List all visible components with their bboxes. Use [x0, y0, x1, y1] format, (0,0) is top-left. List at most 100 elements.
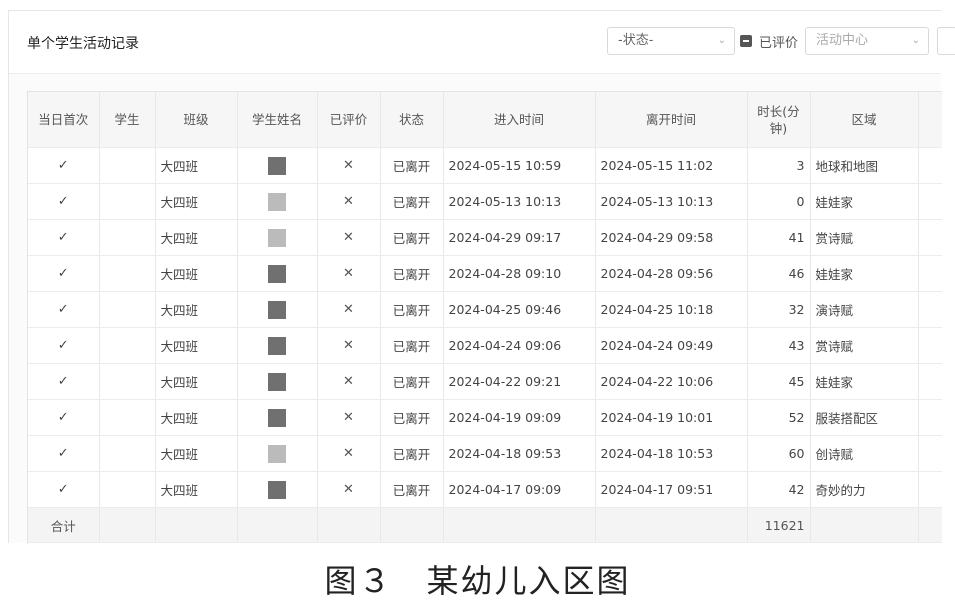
redacted-name: [268, 192, 286, 211]
col-student-name[interactable]: 学生姓名: [237, 92, 318, 148]
first-of-day-cell: ✓: [28, 219, 100, 256]
student-name-cell: [237, 327, 318, 364]
total-duration: 11621: [747, 507, 811, 543]
redacted-name: [268, 480, 286, 499]
enter-time-cell: 2024-04-17 09:09: [443, 471, 596, 508]
evaluated-label: 已评价: [759, 36, 799, 51]
chevron-down-icon: ⌄: [911, 35, 920, 46]
status-cell: 已离开: [380, 255, 444, 292]
first-of-day-cell: ✓: [28, 399, 100, 436]
student-name-cell: [237, 363, 318, 400]
leave-time-cell: 2024-04-24 09:49: [595, 327, 748, 364]
status-select[interactable]: -状态- ⌄: [607, 27, 735, 55]
col-enter-time[interactable]: 进入时间: [443, 92, 596, 148]
extra-filter-input[interactable]: [937, 27, 955, 55]
col-area[interactable]: 区域: [810, 92, 919, 148]
extra-cell: [918, 219, 942, 256]
col-status[interactable]: 状态: [380, 92, 444, 148]
first-of-day-cell: ✓: [28, 435, 100, 472]
student-name-cell: [237, 435, 318, 472]
figure-caption: 图３ 某幼儿入区图: [324, 562, 631, 600]
duration-cell: 0: [747, 183, 811, 220]
redacted-name: [268, 336, 286, 355]
activity-center-placeholder: 活动中心: [816, 33, 869, 48]
activity-center-select[interactable]: 活动中心 ⌄: [805, 27, 929, 55]
status-cell: 已离开: [380, 471, 444, 508]
total-empty-cell: [443, 507, 596, 543]
records-table-wrapper: 当日首次 学生 班级 学生姓名 已评价 状态 进入时间 离开时间 时长(分钟) …: [27, 91, 942, 544]
class-cell: 大四班: [155, 147, 238, 184]
student-name-cell: [237, 183, 318, 220]
col-class[interactable]: 班级: [155, 92, 238, 148]
extra-cell: [918, 435, 942, 472]
class-cell: 大四班: [155, 291, 238, 328]
first-of-day-cell: ✓: [28, 255, 100, 292]
leave-time-cell: 2024-04-17 09:51: [595, 471, 748, 508]
col-first-of-day[interactable]: 当日首次: [28, 92, 100, 148]
extra-cell: [918, 291, 942, 328]
student-name-cell: [237, 399, 318, 436]
duration-cell: 3: [747, 147, 811, 184]
student-name-cell: [237, 219, 318, 256]
leave-time-cell: 2024-05-15 11:02: [595, 147, 748, 184]
table-row[interactable]: ✓ 大四班 ✕ 已离开 2024-04-28 09:10 2024-04-28 09:56…: [28, 255, 942, 292]
area-cell: 演诗赋: [810, 291, 919, 328]
leave-time-cell: 2024-04-29 09:58: [595, 219, 748, 256]
col-leave-time[interactable]: 离开时间: [595, 92, 748, 148]
total-empty-cell: [155, 507, 238, 543]
class-cell: 大四班: [155, 471, 238, 508]
activity-panel: 单个学生活动记录 -状态- ⌄ 已评价 活动中心 ⌄ 当日首次 学生 班级 学生…: [8, 10, 955, 544]
class-cell: 大四班: [155, 255, 238, 292]
status-cell: 已离开: [380, 291, 444, 328]
table-row[interactable]: ✓ 大四班 ✕ 已离开 2024-04-19 09:09 2024-04-19 10:01…: [28, 399, 942, 436]
leave-time-cell: 2024-04-28 09:56: [595, 255, 748, 292]
duration-cell: 52: [747, 399, 811, 436]
table-row[interactable]: ✓ 大四班 ✕ 已离开 2024-04-18 09:53 2024-04-18 10:53…: [28, 435, 942, 472]
col-student[interactable]: 学生: [99, 92, 156, 148]
table-row[interactable]: ✓ 大四班 ✕ 已离开 2024-05-15 10:59 2024-05-15 11:02…: [28, 147, 942, 184]
table-row[interactable]: ✓ 大四班 ✕ 已离开 2024-04-29 09:17 2024-04-29 09:58…: [28, 219, 942, 256]
total-label: 合计: [28, 507, 100, 543]
evaluated-checkbox[interactable]: [740, 35, 752, 47]
total-empty-cell: [317, 507, 381, 543]
table-header-row: 当日首次 学生 班级 学生姓名 已评价 状态 进入时间 离开时间 时长(分钟) …: [28, 92, 942, 148]
class-cell: 大四班: [155, 399, 238, 436]
table-row[interactable]: ✓ 大四班 ✕ 已离开 2024-04-22 09:21 2024-04-22 10:06…: [28, 363, 942, 400]
status-cell: 已离开: [380, 219, 444, 256]
area-cell: 地球和地图: [810, 147, 919, 184]
evaluated-cell: ✕: [317, 147, 381, 184]
col-evaluated[interactable]: 已评价: [317, 92, 381, 148]
table-row[interactable]: ✓ 大四班 ✕ 已离开 2024-04-24 09:06 2024-04-24 09:49…: [28, 327, 942, 364]
redacted-name: [268, 156, 286, 175]
leave-time-cell: 2024-04-25 10:18: [595, 291, 748, 328]
table-row[interactable]: ✓ 大四班 ✕ 已离开 2024-04-25 09:46 2024-04-25 10:18…: [28, 291, 942, 328]
area-cell: 娃娃家: [810, 363, 919, 400]
col-duration[interactable]: 时长(分钟): [747, 92, 811, 148]
student-name-cell: [237, 147, 318, 184]
redacted-name: [268, 228, 286, 247]
col-extra: [918, 92, 942, 148]
extra-cell: [918, 327, 942, 364]
enter-time-cell: 2024-04-22 09:21: [443, 363, 596, 400]
table-row[interactable]: ✓ 大四班 ✕ 已离开 2024-05-13 10:13 2024-05-13 10:13…: [28, 183, 942, 220]
status-cell: 已离开: [380, 399, 444, 436]
student-cell: [99, 471, 156, 508]
status-cell: 已离开: [380, 363, 444, 400]
enter-time-cell: 2024-05-13 10:13: [443, 183, 596, 220]
student-cell: [99, 363, 156, 400]
evaluated-cell: ✕: [317, 183, 381, 220]
duration-cell: 45: [747, 363, 811, 400]
enter-time-cell: 2024-04-29 09:17: [443, 219, 596, 256]
duration-cell: 41: [747, 219, 811, 256]
student-cell: [99, 291, 156, 328]
student-cell: [99, 255, 156, 292]
class-cell: 大四班: [155, 183, 238, 220]
evaluated-cell: ✕: [317, 291, 381, 328]
status-cell: 已离开: [380, 435, 444, 472]
table-row[interactable]: ✓ 大四班 ✕ 已离开 2024-04-17 09:09 2024-04-17 09:51…: [28, 471, 942, 508]
redacted-name: [268, 264, 286, 283]
extra-cell: [918, 147, 942, 184]
first-of-day-cell: ✓: [28, 363, 100, 400]
extra-cell: [918, 471, 942, 508]
duration-cell: 42: [747, 471, 811, 508]
